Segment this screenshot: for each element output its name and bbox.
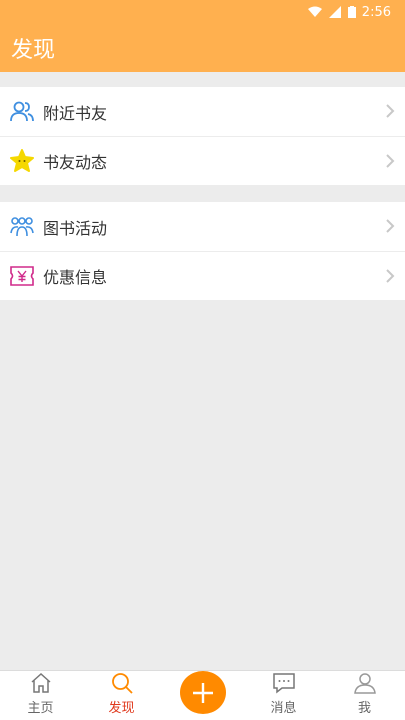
home-icon — [31, 672, 50, 693]
group-icon — [10, 215, 34, 239]
menu-item-label: 图书活动 — [43, 218, 108, 238]
page-title: 发现 — [11, 38, 56, 63]
chevron-right-icon — [386, 219, 395, 233]
tab-messages[interactable]: 消息 — [243, 671, 324, 720]
menu-item-reader-feed[interactable]: 书友动态 — [0, 136, 405, 185]
menu-item-label: 优惠信息 — [43, 268, 108, 287]
tab-add[interactable] — [162, 671, 243, 720]
tab-home[interactable]: 主页 — [0, 671, 81, 720]
chevron-right-icon — [386, 269, 395, 283]
wifi-icon — [307, 6, 322, 17]
menu-item-nearby-readers[interactable]: 附近书友 — [0, 87, 405, 136]
tab-label: 消息 — [270, 701, 297, 716]
search-icon — [111, 673, 133, 694]
status-time: 2:56 — [361, 4, 391, 20]
signal-icon — [328, 6, 341, 18]
app-bar: 发现 — [0, 24, 405, 72]
users-icon — [10, 100, 34, 124]
user-icon — [353, 673, 376, 694]
chevron-right-icon — [386, 104, 395, 118]
menu-item-book-events[interactable]: 图书活动 — [0, 202, 405, 251]
star-face-icon — [10, 149, 34, 173]
battery-icon — [347, 6, 356, 18]
menu-group: 附近书友 书友动态 — [0, 87, 405, 185]
menu-item-discounts[interactable]: 优惠信息 — [0, 251, 405, 300]
menu-item-label: 附近书友 — [43, 103, 108, 123]
menu-group: 图书活动 优惠信息 — [0, 202, 405, 300]
message-icon — [272, 673, 295, 694]
tab-discover[interactable]: 发现 — [81, 671, 162, 720]
tab-label: 我 — [357, 701, 371, 716]
tab-label: 发现 — [108, 701, 135, 716]
tab-me[interactable]: 我 — [324, 671, 405, 720]
add-button[interactable] — [179, 671, 226, 714]
menu-item-label: 书友动态 — [43, 153, 108, 172]
status-bar: 2:56 — [0, 0, 405, 24]
plus-icon — [192, 682, 213, 703]
coupon-yen-icon — [10, 264, 34, 288]
chevron-right-icon — [386, 154, 395, 168]
bottom-tab-bar: 主页 发现 消息 我 — [0, 670, 405, 720]
tab-label: 主页 — [27, 701, 54, 716]
